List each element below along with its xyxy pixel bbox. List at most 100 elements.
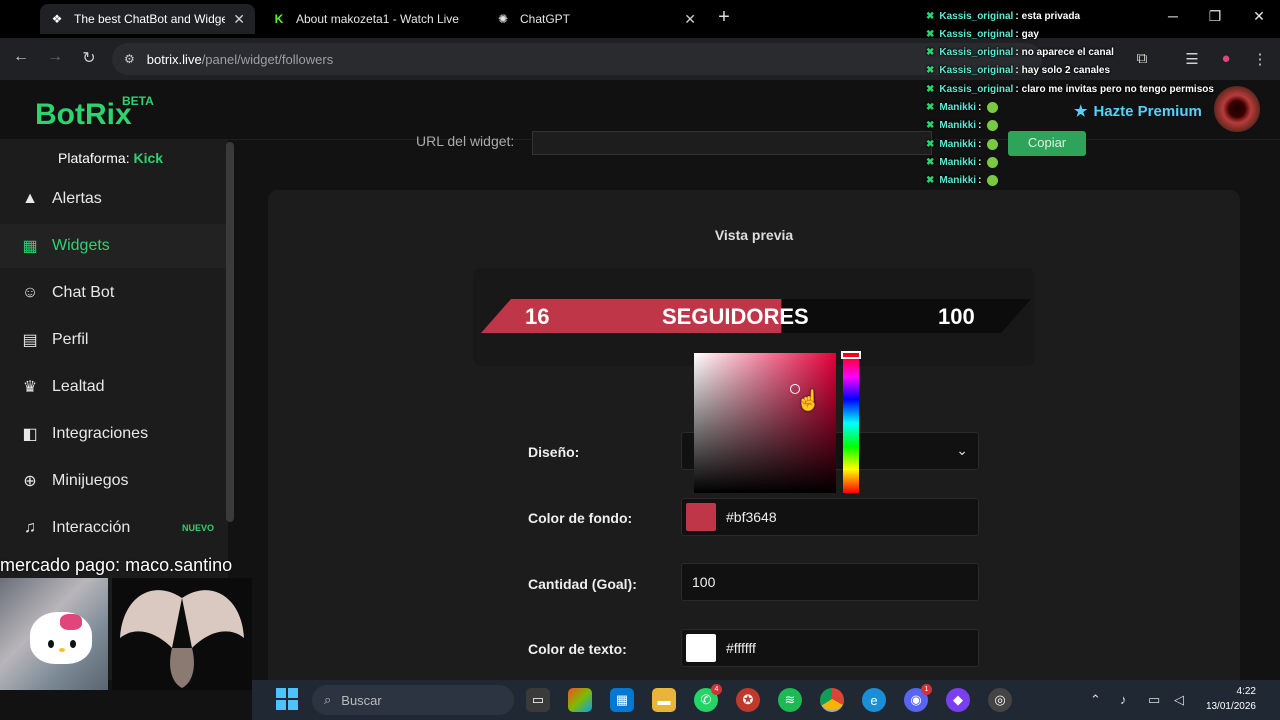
chat-separator: : [978, 156, 982, 168]
sidebar-scrollbar[interactable] [226, 142, 234, 522]
kick-badge-icon: ✖ [926, 83, 935, 95]
text-color-field[interactable]: #ffffff [681, 629, 979, 667]
spotify-icon[interactable]: ≋ [778, 688, 802, 712]
twitch-icon[interactable]: ◆ [946, 688, 970, 712]
clock-date: 13/01/2026 [1205, 701, 1256, 712]
taskbar-clock[interactable]: 4:22 13/01/2026 [1200, 684, 1256, 714]
microphone-icon[interactable]: ♪ [1120, 692, 1127, 707]
goal-current: 16 [525, 304, 550, 329]
goal-amount-value: 100 [692, 574, 716, 590]
chrome-icon[interactable] [820, 688, 844, 712]
kick-badge-icon: ✖ [926, 47, 935, 59]
text-color-label: Color de texto: [528, 641, 627, 657]
store-icon[interactable]: ▦ [610, 688, 634, 712]
chat-text: claro me invitas pero no tengo permisos [1021, 83, 1214, 95]
url-host: botrix.live [146, 51, 202, 67]
sidebar-item-interaccion[interactable]: ♫ Interacción NUEVO [0, 506, 228, 550]
sidebar-item-alertas[interactable]: ▲ Alertas [0, 177, 228, 221]
chat-separator: : [1015, 28, 1019, 40]
avatar[interactable] [1214, 86, 1260, 132]
search-icon: ⌕ [324, 692, 332, 707]
sidebar-item-perfil[interactable]: ▤ Perfil [0, 318, 228, 362]
discord-icon[interactable]: ◉ 1 [904, 684, 932, 712]
obs-icon[interactable]: ◎ [988, 688, 1012, 712]
kick-badge-icon: ✖ [926, 156, 935, 168]
chevron-down-icon: ⌄ [956, 442, 968, 458]
whatsapp-badge: 4 [711, 684, 722, 695]
widget-url-label: URL del widget: [416, 133, 515, 149]
layers-icon: ◧ [22, 426, 38, 443]
chat-separator: : [1015, 47, 1019, 59]
color-picker-saturation[interactable] [694, 353, 836, 493]
sidebar-item-label: Chat Bot [52, 284, 115, 301]
emote-icon [987, 175, 999, 187]
kick-badge-icon: ✖ [926, 120, 935, 132]
menu-icon[interactable]: ⋮ [1250, 50, 1270, 68]
sidebar-item-integraciones[interactable]: ◧ Integraciones [0, 412, 228, 456]
design-label: Diseño: [528, 444, 580, 460]
site-info-icon[interactable]: ⚙ [124, 52, 135, 66]
chat-message: ✖ Kassis_original: hay solo 2 canales [926, 62, 1110, 80]
kick-logo-icon: K [274, 12, 284, 26]
reload-button[interactable]: ↻ [78, 48, 100, 68]
tab-title: About makozeta1 - Watch Live [296, 12, 459, 26]
volume-icon[interactable]: ◁ [1174, 692, 1184, 708]
forward-button[interactable]: → [44, 48, 66, 66]
network-icon[interactable]: ▭ [1148, 692, 1160, 708]
edge-icon[interactable]: e [862, 688, 886, 712]
angel-wings-image [112, 578, 252, 690]
chat-message: ✖ Manikki: [926, 153, 999, 171]
hue-slider-handle[interactable] [841, 351, 861, 359]
sidebar-item-lealtad[interactable]: ♛ Lealtad [0, 365, 228, 409]
hello-kitty-bow [60, 614, 82, 630]
text-color-swatch[interactable] [686, 634, 716, 662]
tab-title: ChatGPT [520, 12, 571, 26]
warning-icon: ▲ [22, 190, 38, 207]
restore-button[interactable]: ❐ [1200, 8, 1230, 25]
sidebar-item-widgets[interactable]: ▦ Widgets [0, 224, 228, 268]
new-tab-button[interactable]: + [714, 6, 734, 29]
donation-overlay-text: mercado pago: maco.santino [0, 555, 233, 575]
chat-username: Manikki [939, 156, 977, 168]
sidebar-item-label: Lealtad [52, 378, 105, 395]
kick-badge-icon: ✖ [926, 138, 935, 150]
chat-message: ✖ Manikki: [926, 99, 999, 117]
taskbar-search[interactable]: ⌕ Buscar [312, 685, 514, 715]
url-field[interactable]: ⚙ botrix.live/panel/widget/followers [112, 43, 1042, 75]
clock-time: 4:22 [1236, 686, 1256, 697]
chat-username: Kassis_original [939, 47, 1014, 59]
media-control-icon[interactable]: ☰ [1182, 50, 1202, 68]
close-window-button[interactable]: ✕ [1244, 8, 1274, 25]
profile-icon[interactable]: ● [1216, 50, 1236, 67]
sidebar-item-chat-bot[interactable]: ☺ Chat Bot [0, 271, 228, 315]
emote-icon [987, 156, 999, 168]
sidebar-item-minijuegos[interactable]: ⊕ Minijuegos [0, 459, 228, 503]
color-picker-hue-slider[interactable] [843, 353, 859, 493]
botrix-logo[interactable]: BotRix [35, 98, 132, 132]
robot-icon: ☺ [21, 284, 39, 301]
bg-color-swatch[interactable] [686, 503, 716, 531]
tab-chatgpt[interactable]: ✺ ChatGPT ✕ [486, 4, 706, 34]
widget-url-field[interactable] [532, 131, 932, 155]
tab-kick[interactable]: K About makozeta1 - Watch Live [262, 4, 472, 34]
tab-botrix[interactable]: ❖ The best ChatBot and Widgets ✕ [40, 4, 255, 34]
tab-title: The best ChatBot and Widgets [74, 12, 226, 26]
chat-message: ✖ Kassis_original: gay [926, 25, 1039, 43]
chat-separator: : [978, 102, 982, 113]
task-view-icon[interactable]: ▭ [526, 688, 550, 712]
file-explorer-icon[interactable]: ▬ [652, 688, 676, 712]
close-tab-icon[interactable]: ✕ [684, 11, 696, 28]
chatgpt-logo-icon: ✺ [497, 12, 509, 26]
back-button[interactable]: ← [10, 48, 32, 66]
close-tab-icon[interactable]: ✕ [233, 11, 245, 28]
game-app-icon[interactable]: ✪ [736, 688, 760, 712]
tray-overflow-icon[interactable]: ⌃ [1090, 692, 1101, 708]
windows-start-button[interactable] [276, 688, 298, 710]
copilot-icon[interactable] [568, 688, 592, 712]
goal-amount-input[interactable]: 100 [681, 563, 979, 601]
bg-color-label: Color de fondo: [528, 510, 633, 526]
chat-username: Kassis_original [939, 10, 1014, 22]
whatsapp-icon[interactable]: ✆ 4 [694, 684, 722, 712]
hello-kitty-nose [59, 648, 65, 652]
bg-color-field[interactable]: #bf3648 [681, 498, 979, 536]
